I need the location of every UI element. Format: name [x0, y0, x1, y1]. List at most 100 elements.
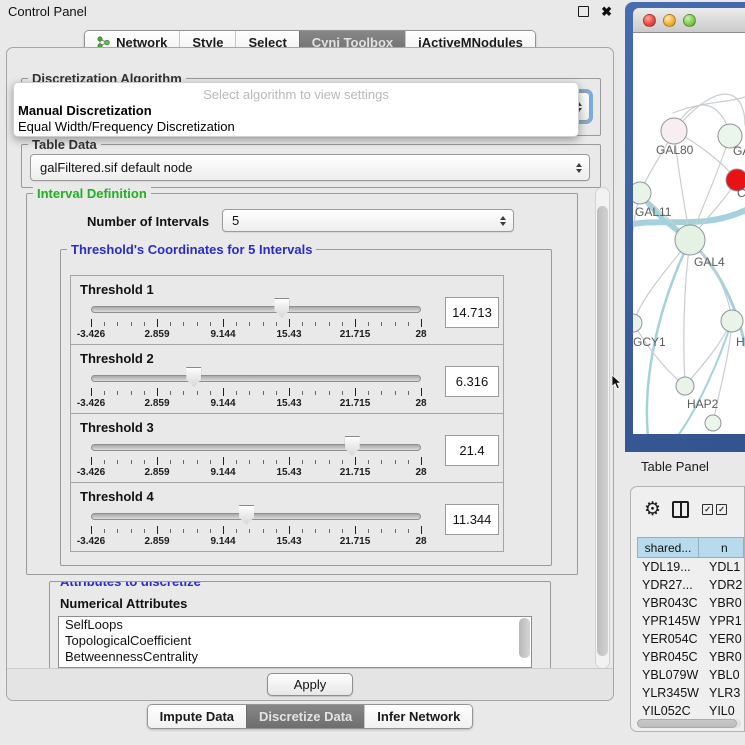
gear-icon[interactable]: ⚙	[644, 500, 661, 519]
bottom-tabs: Impute Data Discretize Data Infer Networ…	[147, 704, 474, 729]
close-icon[interactable]: ✖	[601, 5, 612, 18]
attribute-items: SelfLoopsTopologicalCoefficientBetweenne…	[59, 617, 531, 665]
threshold-label: Threshold 1	[80, 282, 154, 297]
algorithm-dropdown-popup: Select algorithm to view settings Manual…	[13, 82, 579, 137]
stepper-icon	[576, 163, 582, 173]
threshold-label: Threshold 3	[80, 420, 154, 435]
close-traffic-light[interactable]	[643, 14, 656, 27]
screen: { "control_panel": { "title": "Control P…	[0, 0, 745, 745]
table-panel-toolbar: ⚙ ✓ ✓	[631, 487, 744, 531]
network-node-gal4[interactable]	[675, 225, 705, 255]
slider-tick-labels: -3.4262.8599.14415.4321.71528	[91, 329, 421, 341]
table-cell: YLR345W	[637, 684, 699, 702]
algorithm-option-equal-width[interactable]: Equal Width/Frequency Discretization	[14, 119, 578, 135]
slider-ticks	[91, 388, 421, 397]
checkbox-icon[interactable]: ✓	[702, 504, 713, 515]
thresholds-group: Threshold's Coordinates for 5 Intervals …	[60, 249, 552, 566]
table-cell: YDL19...	[637, 558, 699, 576]
network-view-window: GAL80GAL11GAL4GCY1HHAP2GAC	[625, 2, 745, 452]
apply-button[interactable]: Apply	[267, 673, 353, 696]
table-data-combobox[interactable]: galFiltered.sif default node	[30, 154, 590, 181]
table-row[interactable]: YBR045C YBR0	[637, 648, 744, 666]
table-cell: YBL079W	[637, 666, 699, 684]
table-row[interactable]: YDR27... YDR2	[637, 576, 744, 594]
table-row[interactable]: YLR345W YLR3	[637, 684, 744, 702]
panel-scrollbar[interactable]	[595, 187, 610, 669]
float-window-icon[interactable]	[578, 6, 589, 17]
slider[interactable]	[91, 296, 421, 318]
slider-ticks	[91, 526, 421, 535]
threshold-value-field[interactable]: 6.316	[445, 366, 499, 397]
slider[interactable]	[91, 503, 421, 525]
algorithm-option-manual[interactable]: Manual Discretization	[14, 103, 578, 119]
table-cell: YBL0	[699, 666, 744, 684]
table-hscrollbar[interactable]	[637, 719, 741, 728]
number-of-intervals-label: Number of Intervals	[87, 214, 209, 229]
network-canvas[interactable]: GAL80GAL11GAL4GCY1HHAP2GAC	[633, 33, 745, 434]
threshold-value-field[interactable]: 21.4	[445, 435, 499, 466]
table-header-row: shared... n	[637, 537, 744, 558]
threshold-rows: Threshold 1 -3.4262.8599.14415.4321.7152…	[61, 275, 551, 552]
table-cell: YER0	[699, 630, 744, 648]
network-node-gal80[interactable]	[661, 118, 687, 144]
numerical-attributes-list[interactable]: SelfLoopsTopologicalCoefficientBetweenne…	[58, 616, 532, 668]
tab-impute-data[interactable]: Impute Data	[148, 705, 246, 728]
table-row[interactable]: YPR145W YPR1	[637, 612, 744, 630]
number-of-intervals-combobox[interactable]: 5	[222, 209, 514, 232]
network-node-gcy1[interactable]	[633, 314, 642, 332]
table-data-legend: Table Data	[28, 137, 101, 152]
tab-discretize-data[interactable]: Discretize Data	[246, 705, 364, 728]
network-node-hap2[interactable]	[676, 377, 694, 395]
network-node[interactable]	[705, 415, 721, 431]
table-row[interactable]: YBL079W YBL0	[637, 666, 744, 684]
table-data-value: galFiltered.sif default node	[40, 160, 192, 175]
slider[interactable]	[91, 434, 421, 456]
tab-label: Infer Network	[377, 709, 460, 724]
threshold-row: Threshold 3 -3.4262.8599.14415.4321.7152…	[70, 413, 504, 483]
attribute-item[interactable]: SelfLoops	[59, 617, 531, 633]
attribute-item[interactable]: BetweennessCentrality	[59, 649, 531, 665]
interval-definition-legend: Interval Definition	[33, 186, 151, 201]
slider-thumb[interactable]	[274, 298, 289, 318]
node-label-partial: C	[737, 186, 745, 200]
network-node-h[interactable]	[721, 310, 743, 332]
node-label: H	[736, 335, 745, 349]
table-cell: YDL1	[699, 558, 744, 576]
zoom-traffic-light[interactable]	[683, 14, 696, 27]
network-node-gal11[interactable]	[633, 182, 651, 204]
columns-icon[interactable]	[672, 501, 689, 518]
table-row[interactable]: YBR043C YBR0	[637, 594, 744, 612]
interval-definition-group: Interval Definition Number of Intervals …	[26, 193, 578, 575]
algorithm-placeholder: Select algorithm to view settings	[14, 87, 578, 103]
stepper-icon	[500, 216, 506, 226]
slider-thumb[interactable]	[345, 436, 360, 456]
slider[interactable]	[91, 365, 421, 387]
table-row[interactable]: YDL19... YDL1	[637, 558, 744, 576]
bottom-tab-bar: Impute Data Discretize Data Infer Networ…	[0, 704, 620, 729]
network-nodes: GAL80GAL11GAL4GCY1HHAP2GAC	[633, 118, 745, 431]
table-row[interactable]: YIL052C YIL0	[637, 702, 744, 718]
table-hscrollbar-thumb[interactable]	[637, 719, 737, 728]
panel-scrollbar-thumb[interactable]	[597, 206, 608, 656]
table-panel: ⚙ ✓ ✓ shared... n YDL19... YDL1 YDR27...…	[630, 486, 745, 732]
column-header-shared-name[interactable]: shared...	[637, 537, 699, 558]
cyni-toolbox-panel: Discretization Algorithm Table Data galF…	[6, 47, 614, 701]
table-cell: YIL052C	[637, 702, 699, 718]
attributes-scrollbar[interactable]	[519, 618, 530, 658]
attribute-item[interactable]: TopologicalCoefficient	[59, 633, 531, 649]
table-row[interactable]: YER054C YER0	[637, 630, 744, 648]
control-panel-title: Control Panel	[8, 4, 578, 19]
checkbox-icon[interactable]: ✓	[716, 504, 727, 515]
threshold-value-field[interactable]: 14.713	[445, 297, 499, 328]
threshold-value-field[interactable]: 11.344	[445, 504, 499, 535]
slider-thumb[interactable]	[239, 505, 254, 525]
minimize-traffic-light[interactable]	[663, 14, 676, 27]
node-label: GAL4	[694, 255, 725, 269]
slider-thumb[interactable]	[186, 367, 201, 387]
network-window-titlebar	[633, 8, 745, 33]
tab-infer-network[interactable]: Infer Network	[364, 705, 472, 728]
table-rows: YDL19... YDL1 YDR27... YDR2 YBR043C YBR0…	[637, 558, 744, 718]
column-header-name[interactable]: n	[699, 537, 744, 558]
threshold-label: Threshold 4	[80, 489, 154, 504]
network-graph: GAL80GAL11GAL4GCY1HHAP2GAC	[633, 33, 745, 434]
